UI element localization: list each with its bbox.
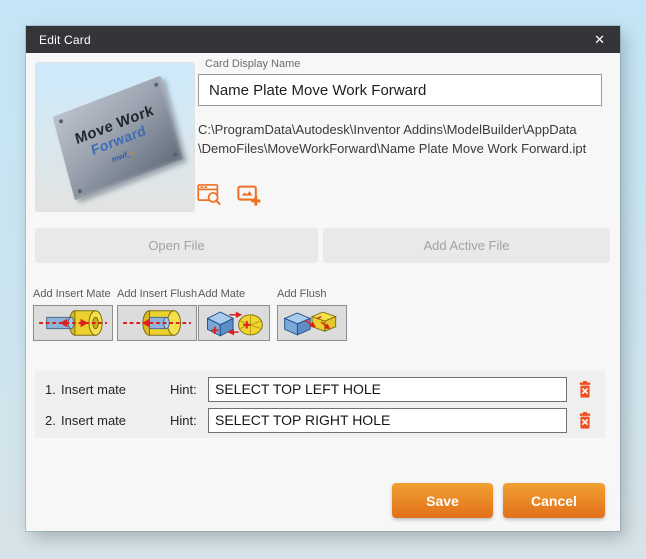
file-search-icon bbox=[196, 181, 223, 208]
close-icon[interactable]: ✕ bbox=[588, 30, 611, 49]
save-button[interactable]: Save bbox=[392, 483, 493, 518]
desktop-background: Edit Card ✕ Move Work Forward mwf_› Card… bbox=[0, 0, 646, 559]
tool-add-flush: Add Flush bbox=[277, 288, 347, 341]
plate-screw-icon bbox=[154, 82, 159, 87]
file-path-line2: \DemoFiles\MoveWorkForward\Name Plate Mo… bbox=[198, 139, 622, 158]
file-path-line1: C:\ProgramData\Autodesk\Inventor Addins\… bbox=[198, 120, 622, 139]
add-active-file-button[interactable]: Add Active File bbox=[323, 228, 610, 263]
tool-label: Add Insert Mate bbox=[33, 288, 113, 300]
mate-type-label: Insert mate bbox=[61, 413, 170, 428]
hint-input-1[interactable] bbox=[208, 377, 567, 402]
tool-add-mate: Add Mate bbox=[198, 288, 270, 341]
display-name-label: Card Display Name bbox=[205, 58, 300, 70]
open-file-button[interactable]: Open File bbox=[35, 228, 318, 263]
tool-add-insert-mate: Add Insert Mate bbox=[33, 288, 113, 341]
hint-label: Hint: bbox=[170, 382, 208, 397]
mate-type-label: Insert mate bbox=[61, 382, 170, 397]
tool-label: Add Mate bbox=[198, 288, 270, 300]
tool-label: Add Flush bbox=[277, 288, 347, 300]
plate-screw-icon bbox=[59, 119, 64, 124]
plate-screw-icon bbox=[77, 189, 82, 194]
add-image-button[interactable] bbox=[235, 181, 262, 211]
hint-input-2[interactable] bbox=[208, 408, 567, 433]
mate-index: 1. bbox=[45, 382, 61, 397]
mate-icon bbox=[202, 307, 266, 339]
display-name-input[interactable] bbox=[198, 74, 602, 106]
hint-label: Hint: bbox=[170, 413, 208, 428]
trash-x-icon bbox=[578, 412, 592, 429]
delete-mate-1-button[interactable] bbox=[578, 381, 592, 398]
flush-icon bbox=[281, 307, 343, 339]
insert-mate-icon bbox=[37, 307, 109, 339]
mate-list-panel: 1. Insert mate Hint: 2. Insert mate Hint… bbox=[35, 371, 605, 438]
browse-file-button[interactable] bbox=[196, 181, 223, 211]
tool-label: Add Insert Flush bbox=[117, 288, 197, 300]
mate-index: 2. bbox=[45, 413, 61, 428]
plate-screw-icon bbox=[173, 152, 178, 157]
trash-x-icon bbox=[578, 381, 592, 398]
edit-card-dialog: Edit Card ✕ Move Work Forward mwf_› Card… bbox=[26, 26, 620, 531]
add-insert-flush-button[interactable] bbox=[117, 305, 197, 341]
add-mate-button[interactable] bbox=[198, 305, 270, 341]
dialog-title: Edit Card bbox=[39, 33, 91, 47]
insert-flush-icon bbox=[121, 307, 193, 339]
name-plate-image: Move Work Forward mwf_› bbox=[53, 75, 184, 200]
file-path-text: C:\ProgramData\Autodesk\Inventor Addins\… bbox=[198, 120, 622, 158]
mate-row-1: 1. Insert mate Hint: bbox=[45, 377, 592, 402]
card-thumbnail: Move Work Forward mwf_› bbox=[35, 62, 195, 212]
add-flush-button[interactable] bbox=[277, 305, 347, 341]
image-plus-icon bbox=[235, 181, 262, 208]
cancel-button[interactable]: Cancel bbox=[503, 483, 605, 518]
tool-add-insert-flush: Add Insert Flush bbox=[117, 288, 197, 341]
title-bar[interactable]: Edit Card ✕ bbox=[26, 26, 620, 53]
mate-row-2: 2. Insert mate Hint: bbox=[45, 408, 592, 433]
delete-mate-2-button[interactable] bbox=[578, 412, 592, 429]
add-insert-mate-button[interactable] bbox=[33, 305, 113, 341]
